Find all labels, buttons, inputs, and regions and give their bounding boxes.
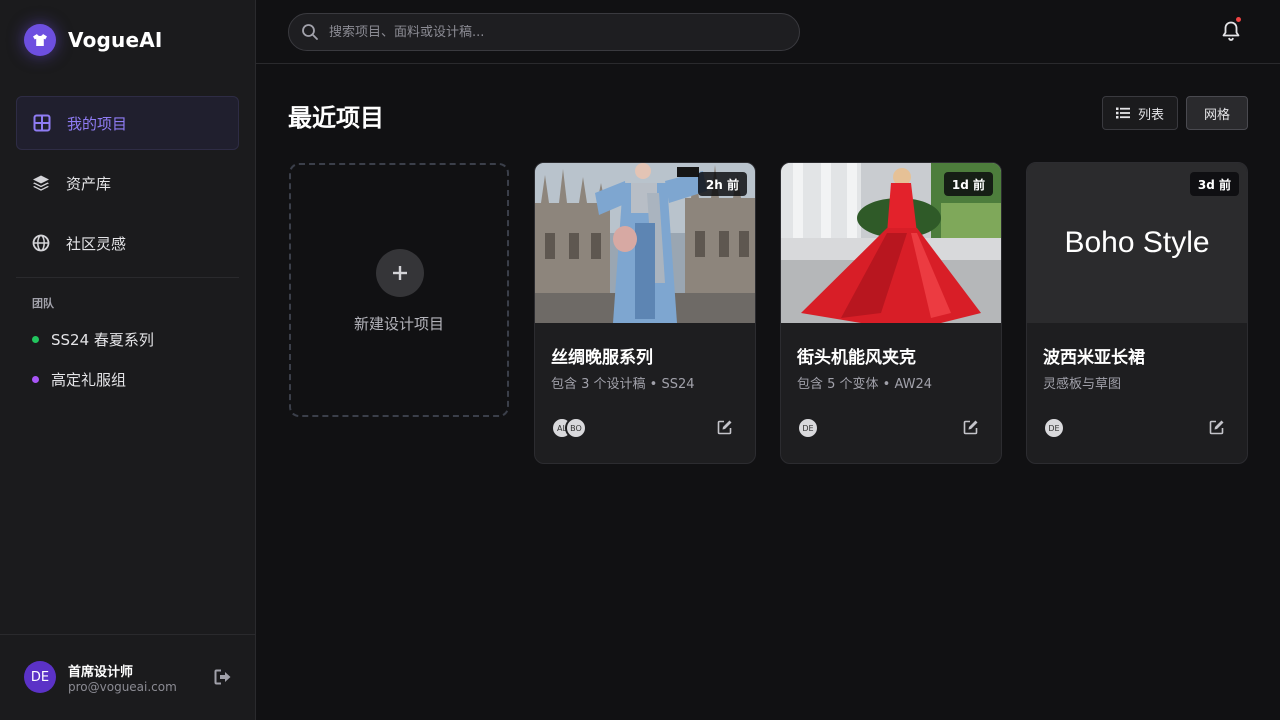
globe-icon (32, 234, 50, 252)
edit-icon[interactable] (717, 419, 733, 439)
sidebar: VogueAI 我的项目 资产库 社区灵感 团队 SS24 春夏系列 高定礼服组… (0, 0, 256, 720)
list-icon (1115, 107, 1130, 119)
collaborator-avatars: DE (1043, 417, 1065, 439)
edit-icon[interactable] (963, 419, 979, 439)
avatar: BO (565, 417, 587, 439)
view-list-label: 列表 (1137, 107, 1164, 123)
user-email: pro@vogueai.com (68, 680, 177, 694)
search-icon (302, 24, 318, 40)
grid-icon (33, 114, 51, 132)
sidebar-item-community[interactable]: 社区灵感 (16, 216, 239, 270)
team-item-ss24[interactable]: SS24 春夏系列 (32, 329, 154, 350)
collaborator-avatars: DE (797, 417, 819, 439)
team-color-dot (32, 336, 39, 343)
team-item-label: 高定礼服组 (51, 371, 127, 389)
user-profile-bar: DE 首席设计师 pro@vogueai.com (0, 634, 256, 720)
project-card-silk-evening[interactable]: 2h 前 丝绸晚服系列 包含 3 个设计稿 • SS24 AL BO (534, 162, 756, 464)
project-title: 波西米亚长裙 (1043, 348, 1145, 368)
edit-icon[interactable] (1209, 419, 1225, 439)
project-subtitle: 包含 5 个变体 • AW24 (797, 377, 933, 392)
view-list-button[interactable]: 列表 (1102, 96, 1178, 130)
team-heading: 团队 (32, 297, 54, 310)
search-input[interactable] (329, 24, 769, 40)
sidebar-item-my-projects[interactable]: 我的项目 (16, 96, 239, 150)
view-grid-label: 网格 (1203, 107, 1230, 123)
avatar: DE (1043, 417, 1065, 439)
sidebar-divider (16, 277, 239, 278)
time-badge: 2h 前 (697, 172, 747, 196)
sidebar-item-assets[interactable]: 资产库 (16, 156, 239, 210)
team-color-dot (32, 376, 39, 383)
notification-dot (1236, 17, 1241, 22)
view-grid-button[interactable]: 网格 (1186, 96, 1248, 130)
top-bar (256, 0, 1280, 64)
brand-name: VogueAI (68, 28, 163, 52)
time-badge: 1d 前 (943, 172, 993, 196)
project-title: 街头机能风夹克 (797, 348, 916, 368)
collaborator-avatars: AL BO (551, 417, 587, 439)
project-subtitle: 灵感板与草图 (1043, 377, 1122, 392)
project-card-bohemian-dress[interactable]: Boho Style 3d 前 波西米亚长裙 灵感板与草图 DE (1026, 162, 1248, 464)
new-project-label: 新建设计项目 (353, 315, 444, 333)
project-title: 丝绸晚服系列 (551, 348, 653, 368)
brand[interactable]: VogueAI (24, 24, 163, 56)
project-subtitle: 包含 3 个设计稿 • SS24 (551, 377, 695, 392)
page-title: 最近项目 (288, 104, 384, 132)
logout-icon[interactable] (214, 669, 232, 689)
sidebar-item-label: 资产库 (66, 174, 112, 193)
plus-icon (376, 249, 424, 297)
avatar[interactable]: DE (24, 661, 56, 693)
user-name: 首席设计师 (68, 665, 134, 680)
bell-icon[interactable] (1221, 20, 1241, 46)
sidebar-item-label: 我的项目 (67, 114, 128, 133)
layers-icon (33, 175, 49, 191)
tshirt-logo-icon (24, 24, 56, 56)
time-badge: 3d 前 (1189, 172, 1239, 196)
avatar: DE (797, 417, 819, 439)
sidebar-item-label: 社区灵感 (66, 234, 127, 253)
search-bar[interactable] (288, 13, 800, 51)
team-item-label: SS24 春夏系列 (51, 331, 154, 349)
team-item-couture[interactable]: 高定礼服组 (32, 369, 126, 390)
sidebar-nav: 我的项目 资产库 社区灵感 (16, 96, 239, 276)
project-card-street-jacket[interactable]: 1d 前 街头机能风夹克 包含 5 个变体 • AW24 DE (780, 162, 1002, 464)
new-project-card[interactable]: 新建设计项目 (289, 163, 509, 417)
